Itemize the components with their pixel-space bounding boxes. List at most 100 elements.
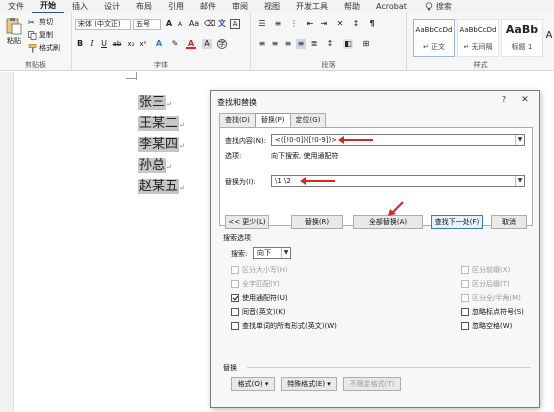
doc-line[interactable]: 孙总↵ [138, 155, 185, 176]
style-more[interactable]: A [544, 31, 554, 41]
option-whole-word[interactable]: 全字匹配(Y) [231, 279, 280, 289]
checkbox[interactable] [231, 322, 239, 330]
distributed-icon[interactable]: ≣ [309, 39, 319, 49]
tab-goto[interactable]: 定位(G) [289, 113, 327, 127]
checkbox[interactable] [461, 322, 469, 330]
checkbox[interactable] [231, 266, 239, 274]
font-color-icon[interactable]: A [186, 39, 196, 49]
option-sounds-like[interactable]: 同音(英文)(K) [231, 307, 286, 317]
numbering-icon[interactable]: ≡ [273, 19, 283, 29]
increase-indent-icon[interactable]: ⇥ [319, 19, 329, 29]
option-use-wildcards[interactable]: 使用通配符(U) [231, 293, 288, 303]
text-effects-icon[interactable]: A [154, 39, 164, 49]
cancel-button[interactable]: 取消 [491, 215, 527, 229]
option-match-case[interactable]: 区分大小写(H) [231, 265, 288, 275]
sort-icon[interactable]: ↕ [351, 19, 361, 29]
doc-line[interactable]: 赵某五↵ [138, 176, 185, 197]
subscript-icon[interactable]: x₂ [126, 39, 136, 49]
chevron-down-icon[interactable]: ▼ [515, 135, 524, 145]
tab-view[interactable]: 视图 [256, 0, 288, 13]
character-border-icon[interactable]: A [230, 19, 240, 29]
tab-developer[interactable]: 开发工具 [288, 0, 336, 13]
option-ignore-space[interactable]: 忽略空格(W) [461, 321, 512, 331]
style-no-spacing[interactable]: AaBbCcDd ↵ 无间隔 [457, 19, 499, 57]
font-size-dropdown[interactable]: 五号 [133, 19, 161, 30]
no-formatting-button[interactable]: 不限定格式(T) [343, 377, 401, 391]
style-normal[interactable]: AaBbCcDd ↵ 正文 [413, 19, 455, 57]
doc-line[interactable]: 王某二↵ [138, 113, 185, 134]
align-right-icon[interactable]: ≡ [283, 39, 293, 49]
checkbox[interactable] [461, 294, 469, 302]
highlight-icon[interactable]: ✎ [170, 39, 180, 49]
font-name-dropdown[interactable]: 宋体 (中文正) [75, 19, 131, 30]
tab-layout[interactable]: 布局 [128, 0, 160, 13]
replace-button[interactable]: 替换(R) [291, 215, 343, 229]
character-shading-icon[interactable]: A [202, 39, 212, 49]
doc-line[interactable]: 李某四↵ [138, 134, 185, 155]
tab-review[interactable]: 审阅 [224, 0, 256, 13]
tab-references[interactable]: 引用 [160, 0, 192, 13]
chevron-down-icon[interactable]: ▼ [281, 248, 290, 258]
chinese-layout-icon[interactable]: ✕ [335, 19, 345, 29]
enclose-characters-icon[interactable]: 字 [217, 39, 227, 49]
align-left-icon[interactable]: ≡ [257, 39, 267, 49]
checkbox[interactable] [231, 308, 239, 316]
format-button[interactable]: 格式(O) ▾ [231, 377, 275, 391]
change-case-button[interactable]: Aa [187, 19, 201, 29]
line-spacing-icon[interactable]: ↕ [325, 39, 335, 49]
phonetic-guide-icon[interactable]: 文 [217, 19, 227, 29]
tab-help[interactable]: 帮助 [336, 0, 368, 13]
style-heading-1[interactable]: AaBb 标题 1 [501, 19, 543, 57]
tab-insert[interactable]: 插入 [64, 0, 96, 13]
option-match-suffix[interactable]: 区分后缀(T) [461, 279, 510, 289]
ribbon-search[interactable]: 搜索 [425, 1, 452, 12]
tab-mailings[interactable]: 邮件 [192, 0, 224, 13]
clear-format-icon[interactable]: ⌫ [204, 19, 215, 29]
find-what-input[interactable]: <([!0-0])([!0-9])> ▼ [271, 134, 525, 146]
chevron-down-icon[interactable]: ▼ [515, 176, 524, 186]
cut-button[interactable]: ✂ 剪切 [28, 17, 53, 27]
tab-file[interactable]: 文件 [0, 0, 32, 13]
less-button[interactable]: << 更少(L) [225, 215, 269, 229]
italic-button[interactable]: I [87, 39, 97, 49]
option-all-word-forms[interactable]: 查找单词的所有形式(英文)(W) [231, 321, 337, 331]
close-button[interactable]: ✕ [519, 94, 531, 106]
decrease-indent-icon[interactable]: ⇤ [305, 19, 315, 29]
tab-replace[interactable]: 替换(P) [254, 113, 291, 128]
tab-acrobat[interactable]: Acrobat [368, 0, 415, 13]
bold-button[interactable]: B [75, 39, 85, 49]
tab-design[interactable]: 设计 [96, 0, 128, 13]
superscript-icon[interactable]: x² [138, 39, 148, 49]
replace-all-button[interactable]: 全部替换(A) [353, 215, 423, 229]
find-next-button[interactable]: 查找下一处(F) [431, 215, 483, 229]
borders-icon[interactable]: ⊞ [361, 39, 371, 49]
shading-icon[interactable]: ◧ [343, 39, 353, 49]
option-ignore-punctuation[interactable]: 忽略标点符号(S) [461, 307, 524, 317]
justify-icon[interactable]: ≡ [296, 39, 306, 49]
underline-button[interactable]: U [99, 39, 109, 49]
multilevel-list-icon[interactable]: ⋮ [289, 19, 299, 29]
strikethrough-icon[interactable]: ab [112, 39, 122, 49]
help-button[interactable]: ? [498, 94, 510, 106]
option-match-width[interactable]: 区分全/半角(M) [461, 293, 521, 303]
show-paragraph-marks-icon[interactable]: ¶ [367, 19, 377, 29]
document-text[interactable]: 张三↵ 王某二↵ 李某四↵ 孙总↵ 赵某五↵ [138, 92, 185, 197]
align-center-icon[interactable]: ≡ [270, 39, 280, 49]
checkbox[interactable] [461, 266, 469, 274]
grow-font-button[interactable]: A [164, 19, 174, 29]
checkbox[interactable] [461, 308, 469, 316]
option-match-prefix[interactable]: 区分前缀(X) [461, 265, 510, 275]
checkbox[interactable] [231, 280, 239, 288]
copy-button[interactable]: 复制 [28, 30, 53, 40]
special-button[interactable]: 特殊格式(E) ▾ [281, 377, 337, 391]
checkbox-checked[interactable] [231, 294, 239, 302]
doc-line[interactable]: 张三↵ [138, 92, 185, 113]
search-direction-select[interactable]: 向下 ▼ [253, 247, 291, 259]
checkbox[interactable] [461, 280, 469, 288]
tab-home[interactable]: 开始 [32, 0, 64, 14]
paste-button[interactable]: 粘贴 [6, 17, 22, 46]
shrink-font-button[interactable]: A [175, 20, 185, 30]
tab-find[interactable]: 查找(D) [219, 113, 256, 127]
bullets-icon[interactable]: ☰ [257, 19, 267, 29]
format-painter-button[interactable]: 格式刷 [28, 43, 60, 53]
